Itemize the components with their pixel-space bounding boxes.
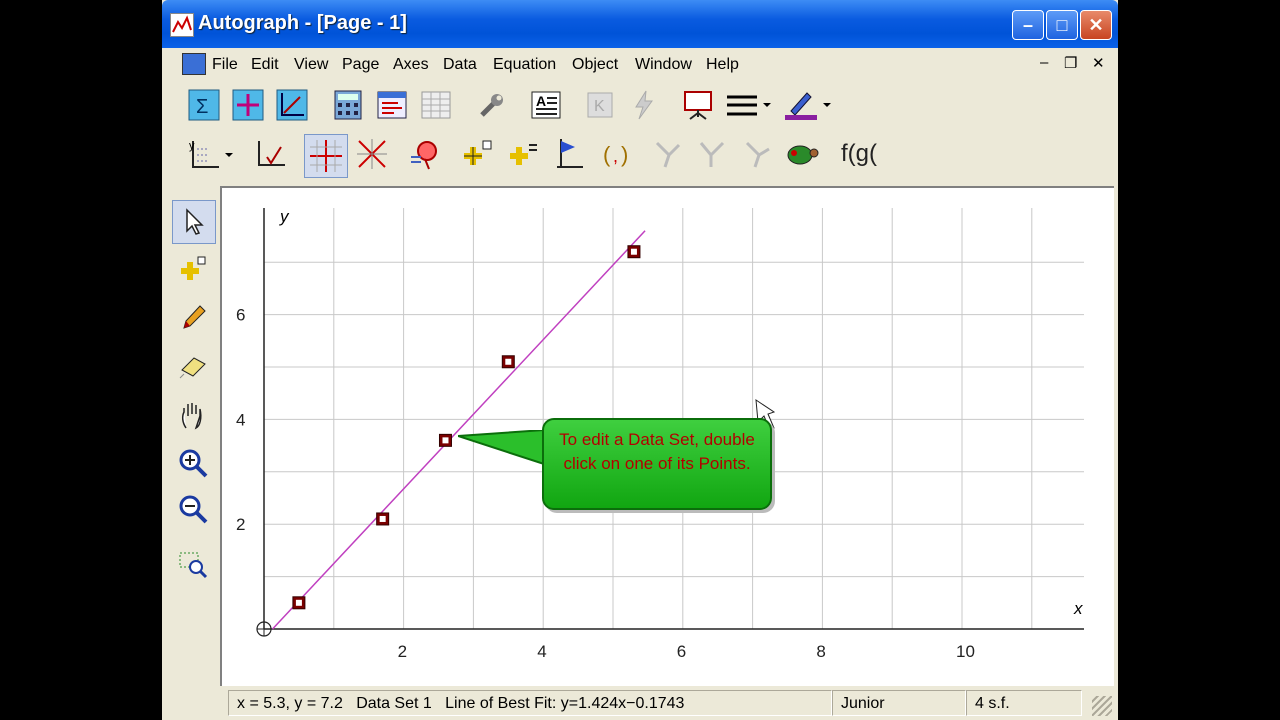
data-point-center [505,358,512,365]
x-tick-label: 2 [398,642,407,661]
close-button[interactable]: ✕ [1080,10,1112,40]
axes-tick-icon[interactable] [252,136,288,172]
tooltip-callout: To edit a Data Set, double click on one … [542,418,772,510]
pen-color-icon[interactable] [782,87,832,123]
slideshow-icon[interactable] [680,87,716,123]
pencil-icon[interactable] [172,296,214,338]
add-points-icon[interactable] [460,136,496,172]
graph-area[interactable]: 2 4 6 8 10 2 4 6 x y To edit a Data Set, double… [220,186,1114,688]
zoom-out-icon[interactable] [172,488,214,530]
status-coords: x = 5.3, y = 7.2 [237,695,343,712]
resize-grip-icon[interactable] [1092,696,1112,716]
mdi-minimize-icon[interactable]: – [1040,54,1048,71]
axis-options-icon[interactable]: y [184,136,234,172]
text-icon[interactable]: A [528,87,564,123]
document-icon[interactable] [182,53,206,75]
menu-help[interactable]: Help [706,56,739,74]
menu-equation[interactable]: Equation [493,56,556,74]
turtle-icon[interactable] [784,136,820,172]
flag-icon[interactable] [552,136,588,172]
tool3-icon [740,136,776,172]
callout-tail-icon [458,430,545,466]
x-axis-label: x [1073,599,1083,618]
add-point-icon[interactable] [172,248,214,290]
minimize-button[interactable]: – [1012,10,1044,40]
x-tick-label: 4 [537,642,546,661]
menu-data[interactable]: Data [443,56,477,74]
select-arrow-icon[interactable] [172,200,216,244]
plus-grid-icon[interactable] [230,87,266,123]
zoom-point-icon[interactable] [406,136,442,172]
menu-file[interactable]: File [212,56,238,74]
hand-icon[interactable] [172,394,214,436]
status-fit: Line of Best Fit: y=1.424x−0.1743 [445,695,685,712]
add-point-equals-icon[interactable] [506,136,542,172]
y-tick-label: 4 [236,410,245,429]
menu-view[interactable]: View [294,56,328,74]
axes-icon[interactable] [274,87,310,123]
main-toolbar: Σ A K [162,80,1118,130]
eraser-icon[interactable] [172,344,214,386]
mdi-restore-icon[interactable]: ❐ [1064,54,1077,72]
calculator-icon[interactable] [330,87,366,123]
left-toolbar [168,196,220,686]
data-point-center [442,437,449,444]
fg-composite-button[interactable]: f(g( [834,136,884,172]
mdi-close-icon[interactable]: ✕ [1092,54,1105,72]
app-window: Autograph - [Page - 1] – □ ✕ File Edit V… [162,0,1118,720]
table-icon[interactable] [374,87,410,123]
status-coords-panel: x = 5.3, y = 7.2 Data Set 1 Line of Best… [228,690,832,716]
tool2-icon [694,136,730,172]
x-tick-label: 10 [956,642,975,661]
crosshair-icon[interactable] [304,134,348,178]
status-level: Junior [832,690,966,716]
k-icon: K [582,87,618,123]
zoom-in-icon[interactable] [172,442,214,484]
autograph-app-icon[interactable] [170,13,194,37]
x-tick-label: 8 [816,642,825,661]
status-bar: x = 5.3, y = 7.2 Data Set 1 Line of Best… [162,686,1118,720]
y-tick-label: 2 [236,515,245,534]
menu-window[interactable]: Window [635,56,692,74]
lightning-icon [626,87,662,123]
svg-text:y: y [189,140,195,152]
status-dataset: Data Set 1 [356,695,432,712]
svg-text:K: K [594,98,605,115]
grid-icon[interactable] [418,87,454,123]
bracket-icon[interactable]: (,) [598,136,634,172]
window-title: Autograph - [Page - 1] [198,12,407,34]
zoom-box-icon[interactable] [172,544,214,586]
callout-text: To edit a Data Set, double click on one … [559,430,755,473]
tool1-icon [650,136,686,172]
menu-bar: File Edit View Page Axes Data Equation O… [162,48,1118,80]
drawing-toolbar: y (,) f(g( [162,130,1118,182]
wrench-icon[interactable] [474,87,510,123]
data-point-center [630,248,637,255]
x-tick-label: 6 [677,642,686,661]
svg-text:(: ( [603,142,611,167]
svg-text:): ) [621,142,628,167]
menu-page[interactable]: Page [342,56,379,74]
sigma-icon[interactable]: Σ [186,87,222,123]
data-point-center [379,515,386,522]
data-point-center [295,599,302,606]
y-tick-label: 6 [236,306,245,325]
y-axis-label: y [279,207,290,226]
cross-icon[interactable] [354,136,390,172]
menu-axes[interactable]: Axes [393,56,429,74]
status-sf: 4 s.f. [966,690,1082,716]
menu-object[interactable]: Object [572,56,618,74]
maximize-button[interactable]: □ [1046,10,1078,40]
line-style-icon[interactable] [724,87,772,123]
fg-label: f(g( [841,140,877,167]
svg-text:Σ: Σ [196,96,208,118]
menu-edit[interactable]: Edit [251,56,279,74]
title-bar[interactable]: Autograph - [Page - 1] – □ ✕ [162,0,1118,48]
svg-text:A: A [536,93,546,109]
svg-text:,: , [613,146,618,166]
